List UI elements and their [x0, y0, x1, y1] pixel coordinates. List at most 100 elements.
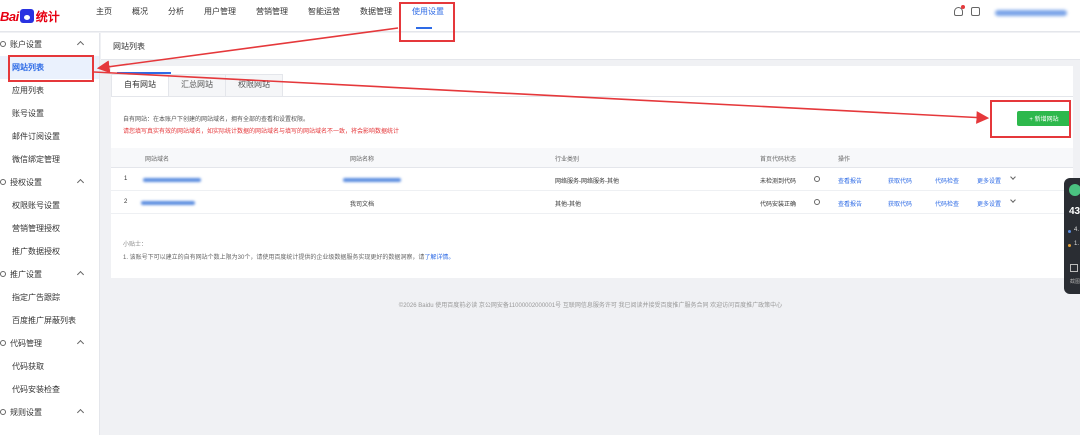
- widget-number: 43: [1069, 206, 1080, 217]
- tips-title: 小贴士：: [123, 242, 148, 248]
- tips-text: 1. 该账号下可以建立的自有网站个数上限为30个，请使用百度统计提供的企业级数据…: [123, 252, 454, 261]
- sidebar-group-label: 代码管理: [10, 339, 42, 348]
- sidebar-group-authorization[interactable]: 授权设置: [0, 171, 99, 194]
- top-icons: [954, 5, 980, 16]
- more-settings-link[interactable]: 更多设置: [977, 199, 1001, 208]
- status-help-icon[interactable]: [814, 199, 820, 205]
- screenshot-icon[interactable]: [1070, 264, 1078, 272]
- switch-icon[interactable]: [971, 7, 980, 16]
- widget-value-2: 1.: [1074, 241, 1080, 247]
- logo-text-bai: Bai: [0, 8, 19, 24]
- sidebar-group-code-management[interactable]: 代码管理: [0, 332, 99, 355]
- column-header-actions: 操作: [838, 157, 851, 163]
- widget-dot-icon: [1068, 244, 1071, 247]
- tab-divider: [111, 96, 1073, 97]
- chevron-down-icon[interactable]: [1010, 174, 1016, 180]
- chevron-up-icon: [76, 408, 85, 417]
- nav-analysis[interactable]: 分析: [162, 0, 190, 32]
- sidebar-item-promotion-data-auth[interactable]: 推广数据授权: [0, 240, 99, 263]
- tab-own-sites[interactable]: 自有网站: [111, 74, 169, 96]
- own-sites-description: 自有网站：在本账户下创建的网站域名，拥有全部的查看和设置权限。: [123, 117, 310, 123]
- code-icon: [0, 340, 6, 346]
- sidebar-group-label: 账户设置: [10, 40, 42, 49]
- chevron-up-icon: [76, 339, 85, 348]
- table-row: 1 网络服务-网络服务-其他 未检测到代码 查看报告 获取代码 代码检查 更多设…: [111, 168, 1073, 191]
- tab-summary-sites[interactable]: 汇总网站: [168, 74, 226, 96]
- sidebar-item-app-list[interactable]: 应用列表: [0, 79, 99, 102]
- code-check-link[interactable]: 代码检查: [935, 176, 959, 185]
- sidebar-item-marketing-auth[interactable]: 营销管理授权: [0, 217, 99, 240]
- sidebar-group-label: 推广设置: [10, 270, 42, 279]
- nav-overview[interactable]: 概况: [126, 0, 154, 32]
- paw-icon: [19, 9, 34, 23]
- baidu-tongji-logo[interactable]: Bai 统计: [0, 7, 60, 25]
- sidebar-item-permission-accounts[interactable]: 权限账号设置: [0, 194, 99, 217]
- column-header-industry: 行业类别: [555, 157, 580, 163]
- site-name-redacted: [343, 178, 401, 182]
- code-status-cell: 未检测到代码: [760, 179, 797, 185]
- notification-bell-icon[interactable]: [954, 5, 965, 16]
- top-bar: Bai 统计 主页 概况 分析 用户管理 营销管理 智能运营 数据管理 使用设置: [0, 0, 1080, 32]
- site-name-cell: 我司文档: [350, 202, 375, 208]
- chevron-down-icon[interactable]: [1010, 197, 1016, 203]
- column-header-site-name: 网站名称: [350, 157, 375, 163]
- chevron-up-icon: [76, 270, 85, 279]
- view-report-link[interactable]: 查看报告: [838, 199, 862, 208]
- view-report-link[interactable]: 查看报告: [838, 176, 862, 185]
- sidebar-item-promotion-blocklist[interactable]: 百度推广屏蔽列表: [0, 309, 99, 332]
- get-code-link[interactable]: 获取代码: [888, 176, 912, 185]
- site-tabs: 自有网站 汇总网站 权限网站: [111, 74, 283, 96]
- sidebar-item-ad-tracking[interactable]: 指定广告跟踪: [0, 286, 99, 309]
- table-header: 网站域名 网站名称 行业类别 首页代码状态 操作: [111, 148, 1073, 168]
- tab-permission-sites[interactable]: 权限网站: [225, 74, 283, 96]
- footer: ©2026 Baidu 使用百度前必读 京公网安备11000002000001号…: [398, 303, 783, 309]
- nav-user-management[interactable]: 用户管理: [198, 0, 242, 32]
- sidebar-item-wechat-binding[interactable]: 微信绑定管理: [0, 148, 99, 171]
- widget-value-1: 4.: [1074, 227, 1080, 233]
- annotation-box-nav: [399, 2, 455, 42]
- nav-home[interactable]: 主页: [90, 0, 118, 32]
- site-list-panel: 自有网站 汇总网站 权限网站 自有网站：在本账户下创建的网站域名，拥有全部的查看…: [111, 66, 1073, 278]
- table-row: 2 我司文档 其他-其他 代码安装正确 查看报告 获取代码 代码检查 更多设置: [111, 191, 1073, 214]
- row-index: 2: [124, 199, 128, 205]
- sidebar-group-label: 授权设置: [10, 178, 42, 187]
- get-code-link[interactable]: 获取代码: [888, 199, 912, 208]
- code-status-cell: 代码安装正确: [760, 202, 797, 208]
- sidebar: 账户设置 网站列表 应用列表 账号设置 邮件订阅设置 微信绑定管理 授权设置 权…: [0, 33, 100, 435]
- widget-dot-icon: [1068, 230, 1071, 233]
- industry-cell: 网络服务-网络服务-其他: [555, 179, 619, 185]
- annotation-box-sidebar: [8, 55, 94, 82]
- domain-warning-text: 请您填写真实有效的网站域名，如实际统计数据的网站域名与填写的网站域名不一致，将会…: [123, 129, 400, 135]
- chevron-up-icon: [76, 178, 85, 187]
- nav-smart-operations[interactable]: 智能运营: [302, 0, 346, 32]
- user-account-name-redacted[interactable]: [995, 10, 1067, 16]
- sidebar-group-rules[interactable]: 规则设置: [0, 401, 99, 424]
- sidebar-item-account-settings[interactable]: 账号设置: [0, 102, 99, 125]
- sidebar-item-get-code[interactable]: 代码获取: [0, 355, 99, 378]
- nav-data-management[interactable]: 数据管理: [354, 0, 398, 32]
- sidebar-group-label: 规则设置: [10, 408, 42, 417]
- promotion-icon: [0, 271, 6, 277]
- nav-marketing-management[interactable]: 营销管理: [250, 0, 294, 32]
- site-domain-redacted: [141, 201, 195, 205]
- sidebar-item-code-check[interactable]: 代码安装检查: [0, 378, 99, 401]
- site-domain-redacted: [143, 178, 201, 182]
- learn-more-link[interactable]: 了解详情。: [424, 255, 454, 261]
- sidebar-item-email-subscription[interactable]: 邮件订阅设置: [0, 125, 99, 148]
- column-header-domain: 网站域名: [145, 157, 170, 163]
- widget-status-icon: [1069, 184, 1080, 196]
- code-check-link[interactable]: 代码检查: [935, 199, 959, 208]
- more-settings-link[interactable]: 更多设置: [977, 176, 1001, 185]
- status-help-icon[interactable]: [814, 176, 820, 182]
- widget-label: 截图: [1070, 279, 1080, 285]
- page-header: 网站列表: [101, 33, 1080, 60]
- floating-widget[interactable]: 43 4. 1. 截图: [1064, 178, 1080, 294]
- industry-cell: 其他-其他: [555, 202, 581, 208]
- annotation-box-add-button: [990, 100, 1071, 138]
- column-header-code-status: 首页代码状态: [760, 157, 797, 163]
- page-title: 网站列表: [113, 42, 145, 51]
- rules-icon: [0, 409, 6, 415]
- authorization-icon: [0, 179, 6, 185]
- sidebar-group-promotion[interactable]: 推广设置: [0, 263, 99, 286]
- sidebar-group-account-settings[interactable]: 账户设置: [0, 33, 99, 56]
